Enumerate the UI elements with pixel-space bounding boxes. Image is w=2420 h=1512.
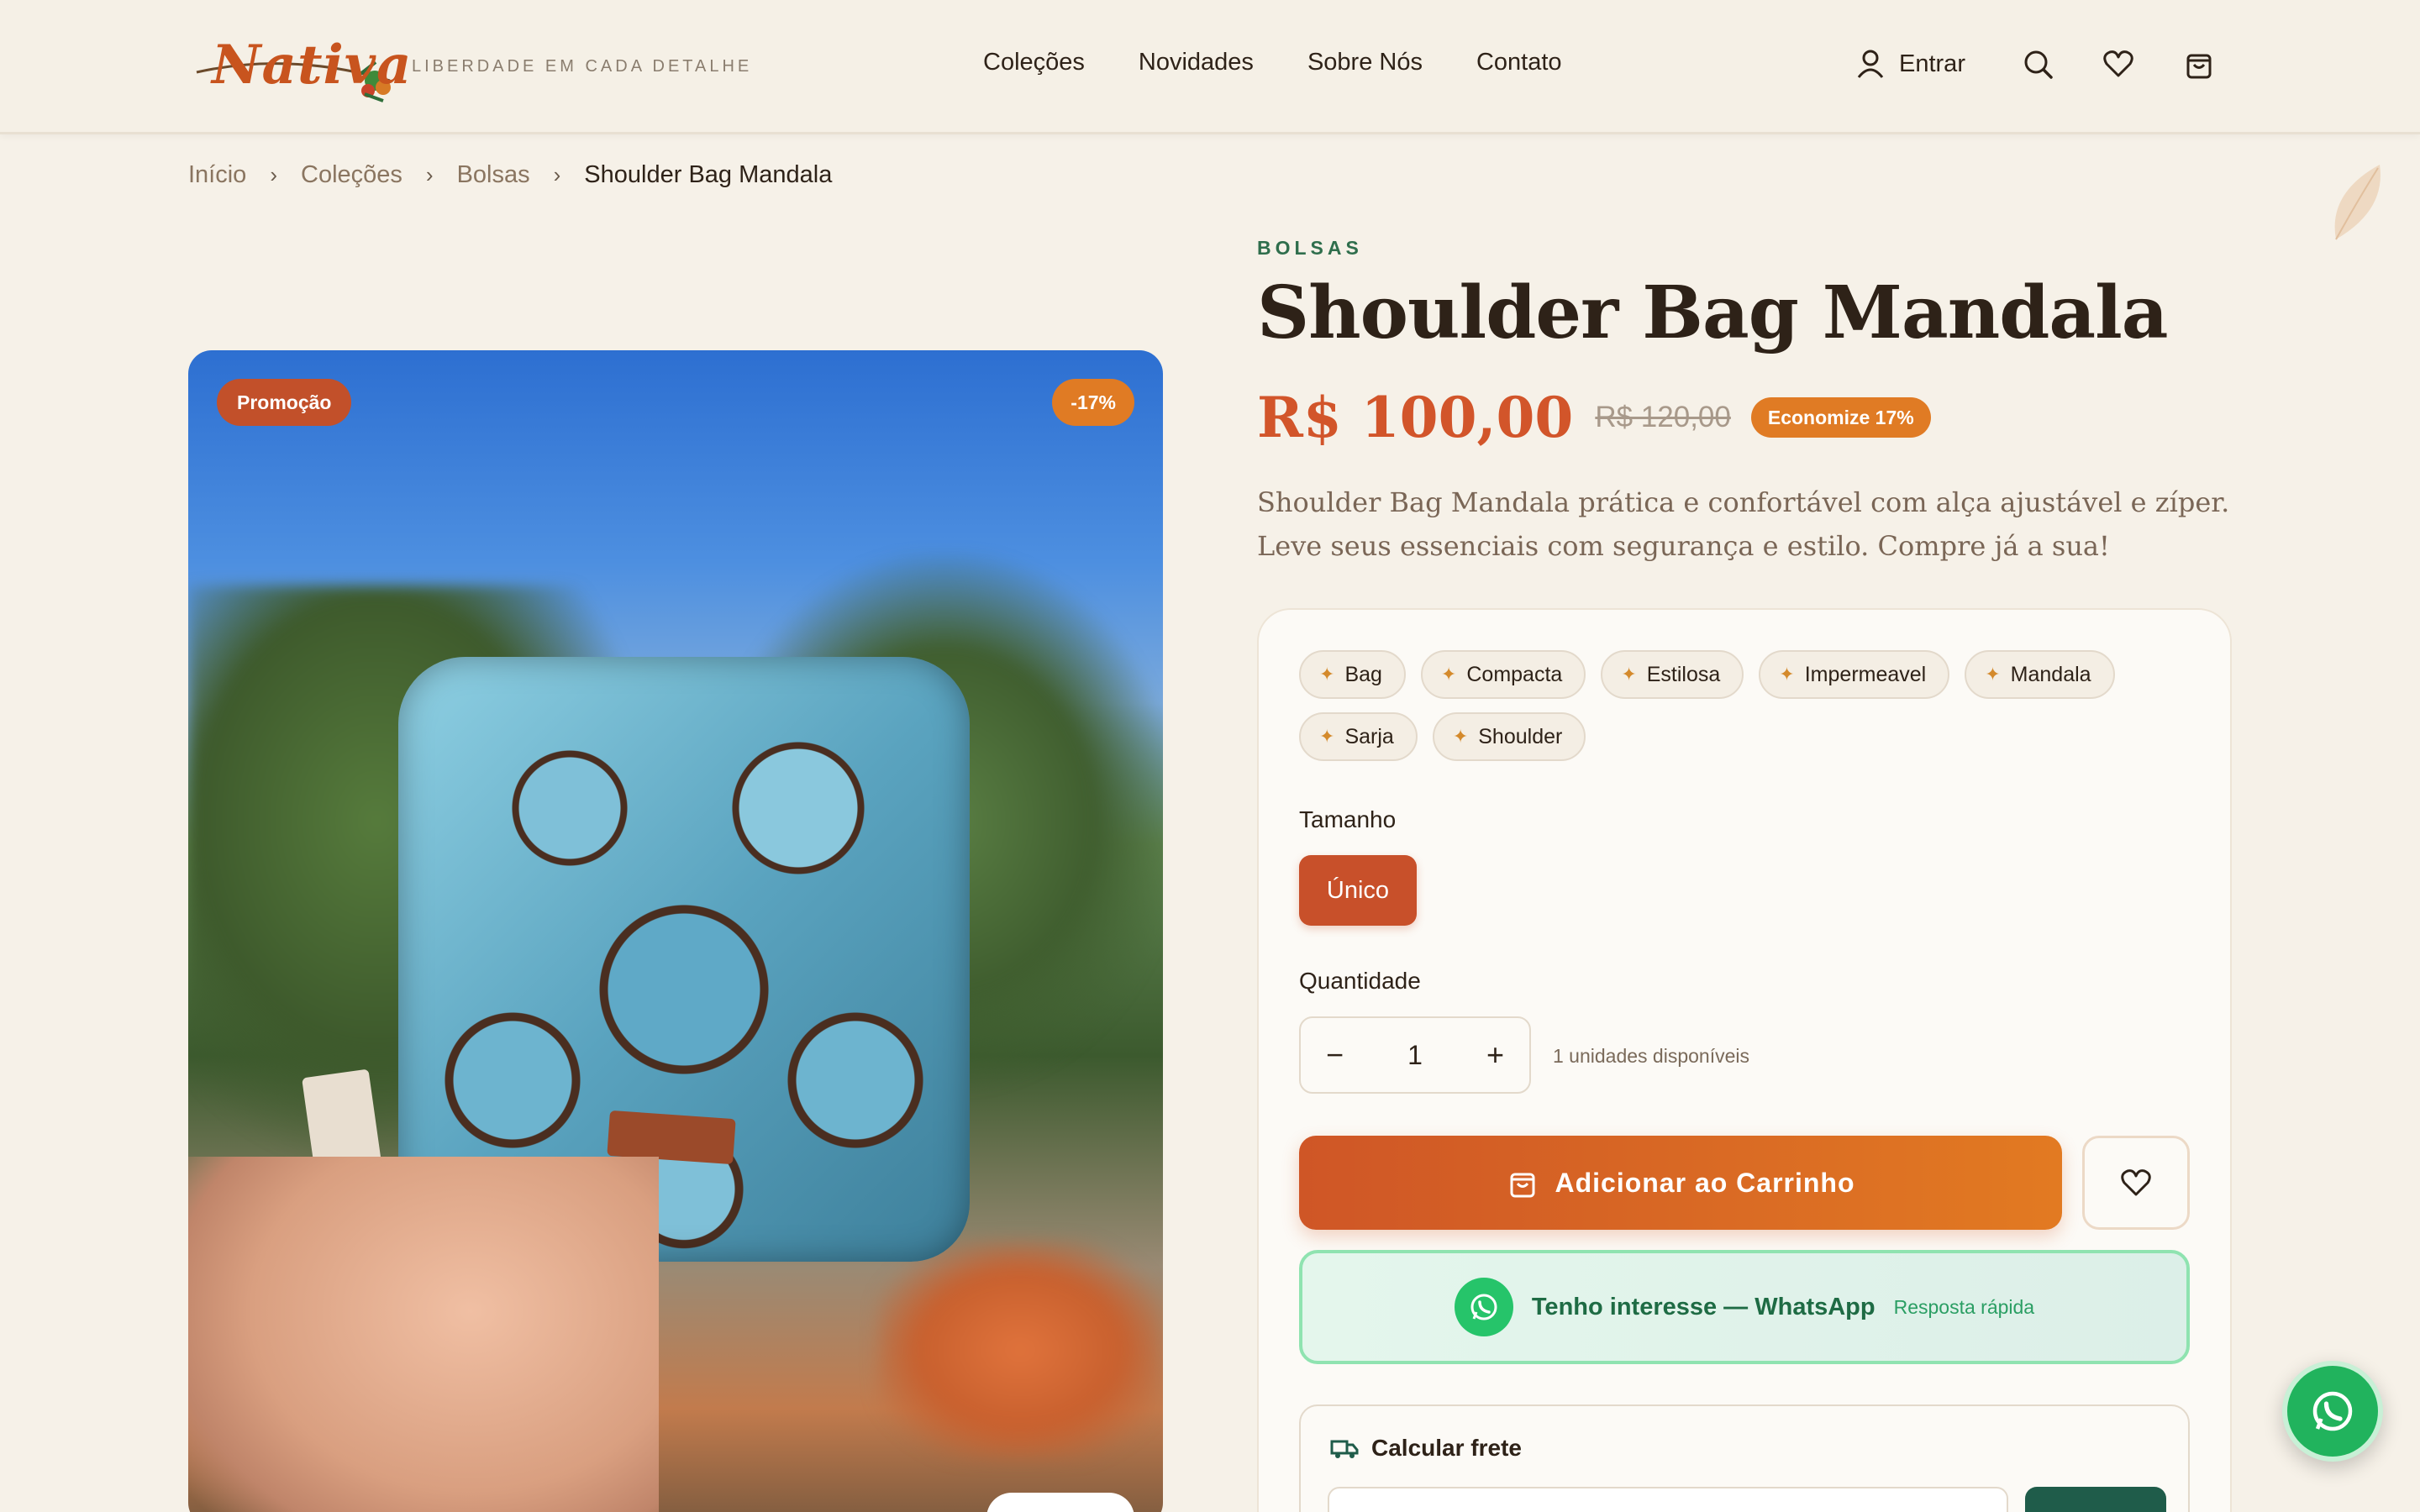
sparkle-icon: ✦	[1985, 664, 2001, 685]
sparkle-icon: ✦	[1319, 664, 1335, 685]
nav-sobre-nos[interactable]: Sobre Nós	[1307, 49, 1423, 76]
cep-input[interactable]	[1328, 1487, 2008, 1512]
nav-colecoes[interactable]: Coleções	[983, 49, 1085, 76]
stock-text: 1 unidades disponíveis	[1553, 1045, 1749, 1067]
whatsapp-float-button[interactable]	[2282, 1361, 2383, 1462]
size-option-unico[interactable]: Único	[1299, 855, 1417, 926]
heart-icon	[2121, 1169, 2151, 1196]
tag-label: Shoulder	[1478, 724, 1563, 748]
login-button[interactable]: Entrar	[1854, 47, 1965, 81]
tag-label: Bag	[1344, 662, 1382, 686]
header-actions: Entrar	[1854, 47, 2216, 81]
tagline: LIBERDADE EM CADA DETALHE	[412, 57, 753, 76]
user-icon	[1854, 47, 1887, 81]
quantity-label: Quantidade	[1299, 968, 1421, 994]
price-row: R$ 100,00 R$ 120,00 Economize 17%	[1257, 385, 1931, 450]
chevron-right-icon: ›	[425, 162, 434, 187]
product-description: Shoulder Bag Mandala prática e confortáv…	[1257, 486, 2230, 562]
tag-chip[interactable]: ✦ Shoulder	[1432, 712, 1586, 761]
whatsapp-icon	[1454, 1278, 1513, 1336]
sparkle-icon: ✦	[1452, 726, 1469, 747]
product-image[interactable]: Promoção -17%	[188, 350, 1163, 1512]
tag-label: Impermeavel	[1804, 662, 1927, 686]
search-icon[interactable]	[2021, 47, 2054, 81]
whatsapp-label: Tenho interesse — WhatsApp	[1531, 1293, 1876, 1320]
sparkle-icon: ✦	[1621, 664, 1637, 685]
tag-chip[interactable]: ✦ Sarja	[1299, 712, 1418, 761]
breadcrumb-current: Shoulder Bag Mandala	[584, 161, 833, 188]
current-price: R$ 100,00	[1257, 385, 1574, 450]
sparkle-icon: ✦	[1779, 664, 1795, 685]
breadcrumb: Início › Coleções › Bolsas › Shoulder Ba…	[188, 161, 832, 189]
shipping-title: Calcular frete	[1329, 1433, 1522, 1463]
promo-badge: Promoção	[217, 379, 352, 426]
shipping-calculator: Calcular frete Calcular	[1299, 1404, 2190, 1512]
sparkle-icon: ✦	[1440, 664, 1457, 685]
tag-list: ✦ Bag ✦ Compacta ✦ Estilosa ✦ Impermeavel ✦ M…	[1299, 650, 2207, 761]
old-price: R$ 120,00	[1595, 401, 1731, 433]
main-nav: Coleções Novidades Sobre Nós Contato	[983, 49, 1562, 76]
product-title: Shoulder Bag Mandala	[1257, 270, 2168, 355]
truck-icon	[1330, 1440, 1359, 1458]
logo[interactable]: Nativa	[188, 22, 412, 106]
tag-label: Estilosa	[1646, 662, 1721, 686]
tag-label: Sarja	[1344, 724, 1394, 748]
site-header: Nativa LIBERDADE EM CADA DETALHE Coleçõe…	[0, 0, 2420, 134]
size-label: Tamanho	[1299, 806, 1397, 832]
tag-chip[interactable]: ✦ Mandala	[1965, 650, 2115, 699]
whatsapp-interest-button[interactable]: Tenho interesse — WhatsApp Resposta rápi…	[1299, 1250, 2190, 1364]
sparkle-icon: ✦	[1319, 726, 1335, 747]
image-background	[877, 1241, 1163, 1459]
add-to-cart-label: Adicionar ao Carrinho	[1555, 1167, 1855, 1198]
tag-label: Compacta	[1466, 662, 1563, 686]
breadcrumb-bolsas[interactable]: Bolsas	[457, 161, 530, 189]
login-label: Entrar	[1899, 50, 1965, 77]
quantity-value[interactable]: 1	[1407, 1040, 1423, 1071]
calculate-shipping-button[interactable]: Calcular	[2025, 1487, 2166, 1512]
tag-chip[interactable]: ✦ Estilosa	[1601, 650, 1744, 699]
tag-chip[interactable]: ✦ Bag	[1299, 650, 1406, 699]
breadcrumb-colecoes[interactable]: Coleções	[301, 161, 402, 189]
product-category[interactable]: BOLSAS	[1257, 237, 1363, 260]
quantity-stepper: − 1 +	[1299, 1016, 1531, 1094]
tag-chip[interactable]: ✦ Compacta	[1420, 650, 1586, 699]
plus-icon[interactable]: +	[1486, 1037, 1504, 1073]
discount-badge: -17%	[1052, 379, 1134, 426]
whatsapp-icon	[2312, 1391, 2353, 1431]
wishlist-button[interactable]	[2082, 1136, 2190, 1230]
tag-chip[interactable]: ✦ Impermeavel	[1759, 650, 1950, 699]
chevron-right-icon: ›	[553, 162, 561, 187]
shopping-bag-icon[interactable]	[2182, 47, 2216, 81]
logo-text: Nativa	[212, 34, 413, 97]
zoom-button[interactable]	[986, 1493, 1134, 1512]
minus-icon[interactable]: −	[1326, 1037, 1344, 1073]
chevron-right-icon: ›	[270, 162, 277, 187]
breadcrumb-inicio[interactable]: Início	[188, 161, 246, 189]
tag-label: Mandala	[2010, 662, 2091, 686]
nav-novidades[interactable]: Novidades	[1139, 49, 1254, 76]
leaf-decoration-icon	[2334, 165, 2381, 240]
nav-contato[interactable]: Contato	[1476, 49, 1562, 76]
heart-icon[interactable]	[2102, 47, 2135, 81]
shipping-title-label: Calcular frete	[1371, 1435, 1522, 1461]
purchase-panel: ✦ Bag ✦ Compacta ✦ Estilosa ✦ Impermeavel ✦ M…	[1257, 608, 2232, 1512]
hand-photo	[188, 1157, 659, 1512]
savings-badge: Economize 17%	[1750, 397, 1931, 438]
shopping-bag-icon	[1510, 1173, 1535, 1198]
add-to-cart-button[interactable]: Adicionar ao Carrinho	[1299, 1136, 2062, 1230]
whatsapp-sub-label: Resposta rápida	[1893, 1295, 2035, 1318]
